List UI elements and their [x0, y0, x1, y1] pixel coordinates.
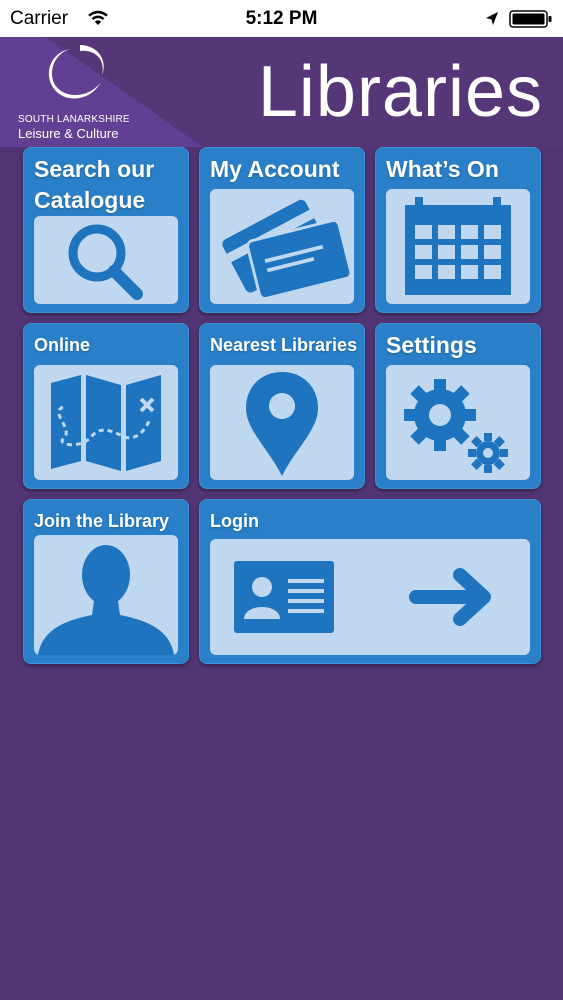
join-library-tile[interactable]: Join the Library	[23, 499, 189, 664]
tile-label: Join the Library	[34, 511, 170, 531]
clock: 5:12 PM	[245, 8, 318, 29]
person-silhouette-icon	[38, 545, 174, 655]
nearest-libraries-tile[interactable]: Nearest Libraries	[199, 323, 365, 489]
id-card-icon	[234, 561, 334, 633]
app-header: SOUTH LANARKSHIRE Leisure & Culture Libr…	[0, 37, 563, 147]
tile-label: My Account	[210, 156, 340, 182]
settings-tile[interactable]: Settings	[375, 323, 541, 489]
south-lanarkshire-logo: SOUTH LANARKSHIRE Leisure & Culture	[18, 43, 148, 143]
logo-text-line2: Leisure & Culture	[18, 126, 119, 141]
online-resources-tile[interactable]: Online Resources	[23, 323, 189, 489]
tile-label: What’s On	[386, 156, 499, 182]
tile-label: Search our Catalogue	[34, 156, 155, 213]
map-icon	[51, 374, 161, 471]
cards-icon	[222, 199, 353, 300]
status-bar: Carrier 5:12 PM	[0, 0, 563, 37]
location-pin-icon	[246, 371, 318, 476]
logo-text-line1: SOUTH LANARKSHIRE	[18, 114, 130, 125]
login-tile[interactable]: Login	[199, 499, 541, 664]
arrow-right-icon	[409, 568, 491, 626]
tile-label: Nearest Libraries	[210, 335, 358, 355]
page-title: Libraries	[257, 52, 543, 132]
swirl-logo-icon	[48, 45, 104, 99]
calendar-icon	[405, 196, 511, 295]
magnifier-icon	[68, 224, 143, 300]
tile-label: Settings	[386, 332, 477, 358]
battery-icon	[509, 10, 552, 28]
gears-icon	[404, 378, 508, 473]
my-account-tile[interactable]: My Account	[199, 147, 365, 313]
tile-label: Login	[210, 511, 259, 531]
location-arrow-icon	[486, 12, 498, 25]
search-catalogue-tile[interactable]: Search our Catalogue	[23, 147, 189, 313]
whats-on-tile[interactable]: What’s On	[375, 147, 541, 313]
